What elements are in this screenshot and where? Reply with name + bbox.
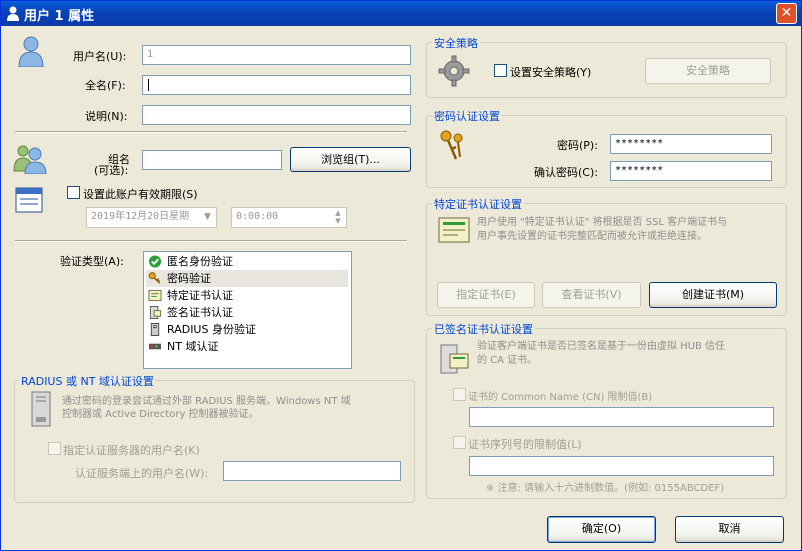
fullname-field[interactable]	[142, 75, 411, 95]
auth-type-label: 验证类型(A):	[60, 255, 124, 268]
title-bar: 用户 1 属性 ✕	[1, 1, 801, 26]
certificate-icon	[438, 217, 470, 243]
list-item-label: NT 域认证	[167, 340, 219, 353]
username-field[interactable]: 1	[142, 45, 411, 65]
specific-cert-title: 特定证书认证设置	[432, 196, 524, 212]
specify-server-username-checkbox[interactable]	[48, 442, 61, 455]
specify-server-username-label: 指定认证服务器的用户名(K)	[63, 444, 200, 457]
specify-cert-button[interactable]: 指定证书(E)	[437, 282, 535, 308]
expire-date-picker[interactable]: 2019年12月20日星期	[86, 207, 217, 228]
auth-type-list[interactable]: 匿名身份验证 密码验证 特定证书认证 签名证书认证 RADIUS 身份验证 NT…	[143, 251, 352, 369]
username-label: 用户名(U):	[73, 50, 127, 63]
calendar-icon	[15, 187, 43, 213]
group-field[interactable]	[142, 150, 282, 170]
security-policy-checkbox[interactable]	[494, 64, 507, 77]
close-button[interactable]: ✕	[776, 3, 797, 24]
group-icon	[13, 145, 47, 174]
specific-cert-description-line2: 用户事先设置的证书完整匹配而被允许或拒绝连接。	[477, 231, 707, 242]
create-cert-button[interactable]: 创建证书(M)	[649, 282, 777, 308]
cn-limit-checkbox-label: 证书的 Common Name (CN) 限制值(B)	[468, 392, 653, 403]
gear-icon	[438, 55, 470, 87]
cn-limit-field[interactable]	[469, 407, 774, 427]
signed-cert-description-line2: 的 CA 证书。	[477, 355, 538, 366]
expire-checkbox[interactable]	[67, 186, 80, 199]
list-item-label: 签名证书认证	[167, 306, 233, 319]
server-icon	[150, 323, 160, 336]
user-icon	[7, 6, 19, 21]
radius-description-line2: 控制器或 Active Directory 控制器被验证。	[62, 409, 259, 420]
window-title: 用户 1 属性	[24, 9, 95, 24]
security-policy-title: 安全策略	[432, 35, 480, 51]
list-item[interactable]: 签名证书认证	[148, 304, 348, 321]
key-icon	[440, 130, 463, 160]
ok-button[interactable]: 确定(O)	[547, 516, 656, 543]
serial-limit-checkbox-label: 证书序列号的限制值(L)	[468, 438, 582, 451]
list-item-label: 匿名身份验证	[167, 255, 233, 268]
note-label: 说明(N):	[85, 110, 128, 123]
group-label-optional: (可选):	[94, 164, 129, 177]
user-properties-dialog: 用户 1 属性 ✕ 用户名(U): 1 全名(F): 说明(N): 组名 (可选…	[0, 0, 802, 551]
nt-domain-icon	[148, 343, 162, 350]
list-item[interactable]: 特定证书认证	[148, 287, 348, 304]
expire-checkbox-label: 设置此账户有效期限(S)	[83, 188, 198, 201]
server-username-field[interactable]	[223, 461, 401, 481]
list-item[interactable]: NT 域认证	[148, 338, 348, 355]
list-item-label: 密码验证	[167, 272, 211, 285]
serial-limit-checkbox[interactable]	[453, 436, 466, 449]
list-item-label: 特定证书认证	[167, 289, 233, 302]
hex-note: ※ 注意: 请输入十六进制数值。(例如: 0155ABCDEF)	[486, 483, 725, 494]
expire-time-field[interactable]: 0:00:00	[231, 207, 347, 228]
note-field[interactable]	[142, 105, 411, 125]
radius-group-title: RADIUS 或 NT 域认证设置	[19, 373, 156, 389]
user-avatar-icon	[18, 36, 44, 67]
separator	[15, 240, 407, 242]
signed-cert-icon	[149, 306, 162, 319]
security-policy-button[interactable]: 安全策略	[645, 58, 771, 84]
browse-group-button[interactable]: 浏览组(T)...	[290, 147, 411, 172]
check-green-icon	[148, 255, 162, 268]
list-item[interactable]: 密码验证	[146, 270, 348, 287]
list-item[interactable]: 匿名身份验证	[148, 253, 348, 270]
cn-limit-checkbox[interactable]	[453, 388, 466, 401]
security-policy-checkbox-label: 设置安全策略(Y)	[510, 66, 592, 79]
signed-cert-description-line1: 验证客户端证书是否已签名是基于一份由虚拟 HUB 信任	[477, 341, 726, 352]
confirm-password-field[interactable]: ********	[610, 161, 772, 181]
password-field[interactable]: ********	[610, 134, 772, 154]
signed-cert-title: 已签名证书认证设置	[432, 321, 535, 337]
specific-cert-description-line1: 用户使用 "特定证书认证" 将根据是否 SSL 客户端证书与	[477, 217, 728, 228]
key-icon	[148, 272, 161, 284]
server-icon	[31, 391, 51, 427]
time-spinner-icon[interactable]: ▲ ▼	[331, 209, 345, 226]
text-cursor	[148, 79, 149, 91]
signed-cert-icon	[440, 344, 469, 374]
fullname-label: 全名(F):	[85, 79, 126, 92]
server-username-label: 认证服务端上的用户名(W):	[75, 467, 209, 480]
list-item-label: RADIUS 身份验证	[167, 323, 256, 336]
chevron-down-icon[interactable]: ▼	[200, 209, 215, 226]
certificate-icon	[148, 289, 162, 302]
password-auth-title: 密码认证设置	[432, 108, 502, 124]
confirm-password-label: 确认密码(C):	[534, 166, 598, 179]
cancel-button[interactable]: 取消	[675, 516, 784, 543]
password-label: 密码(P):	[557, 139, 598, 152]
separator	[15, 131, 407, 133]
list-item[interactable]: RADIUS 身份验证	[148, 321, 348, 338]
view-cert-button[interactable]: 查看证书(V)	[542, 282, 641, 308]
serial-limit-field[interactable]	[469, 456, 774, 476]
